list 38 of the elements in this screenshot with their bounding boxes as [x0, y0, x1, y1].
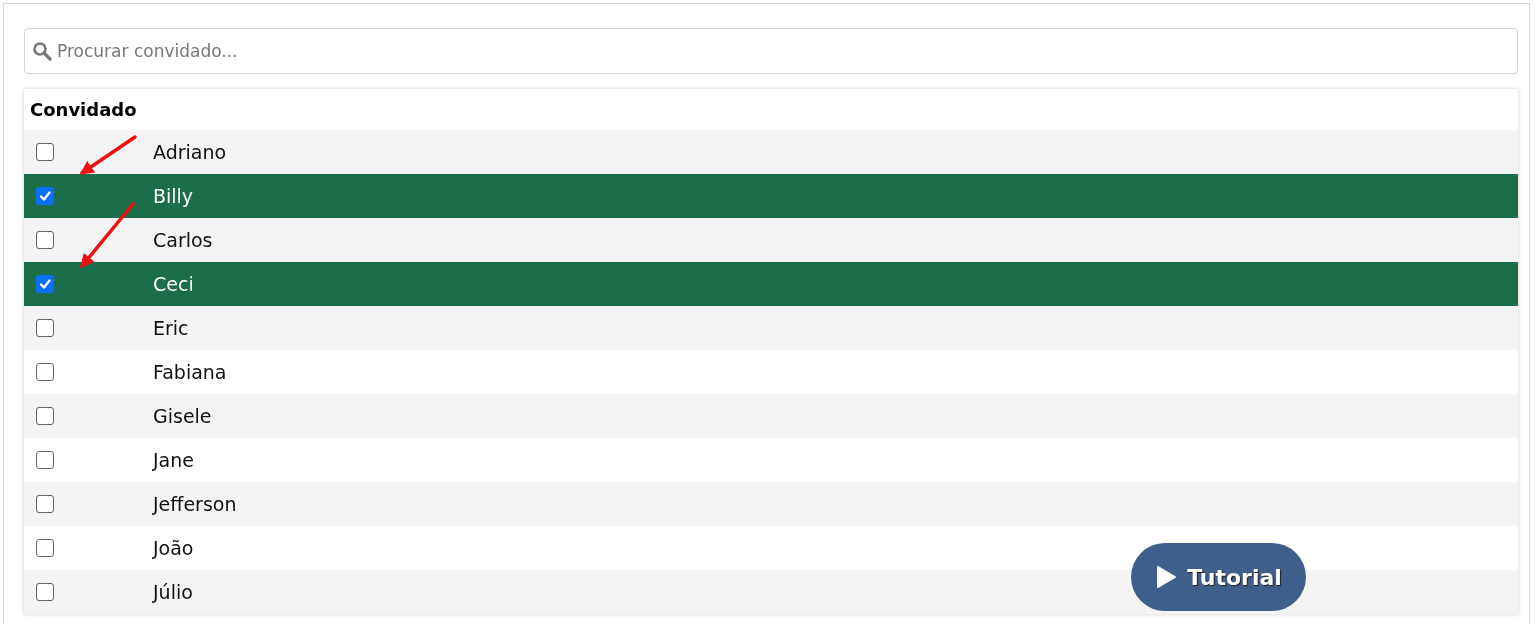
- arrow: [80, 202, 135, 269]
- play-icon: [1155, 565, 1178, 589]
- guest-name: Júlio: [153, 581, 193, 603]
- guest-name: Gisele: [153, 405, 212, 427]
- column-header: Convidado: [30, 99, 137, 120]
- guest-name: Ceci: [153, 273, 194, 295]
- guest-name: Fabiana: [153, 361, 227, 383]
- checkbox[interactable]: [36, 143, 54, 161]
- guest-name: Jane: [153, 449, 194, 471]
- guest-name: Carlos: [153, 229, 213, 251]
- table-row[interactable]: Jefferson: [24, 482, 1518, 526]
- table-row[interactable]: Billy: [24, 174, 1518, 218]
- table-row[interactable]: Ceci: [24, 262, 1518, 306]
- table-row[interactable]: Eric: [24, 306, 1518, 350]
- table-row[interactable]: Adriano: [24, 130, 1518, 174]
- checkbox[interactable]: [36, 583, 54, 601]
- checkbox[interactable]: [36, 363, 54, 381]
- checkbox[interactable]: [36, 231, 54, 249]
- checkbox[interactable]: [36, 187, 54, 205]
- checkbox[interactable]: [36, 319, 54, 337]
- checkbox[interactable]: [36, 495, 54, 513]
- table-row[interactable]: Carlos: [24, 218, 1518, 262]
- checkbox[interactable]: [36, 407, 54, 425]
- checkbox[interactable]: [36, 275, 54, 293]
- search-field[interactable]: Procurar convidado...: [24, 28, 1518, 74]
- guest-name: Adriano: [153, 141, 227, 163]
- arrow: [79, 135, 137, 175]
- checkbox[interactable]: [36, 539, 54, 557]
- guest-name: Billy: [153, 185, 194, 207]
- guest-name: Jefferson: [153, 493, 237, 515]
- table-row[interactable]: Gisele: [24, 394, 1518, 438]
- table-row[interactable]: Fabiana: [24, 350, 1518, 394]
- table-row[interactable]: João: [24, 526, 1518, 570]
- guest-name: Eric: [153, 317, 189, 339]
- table-row[interactable]: Jane: [24, 438, 1518, 482]
- guest-name: João: [153, 537, 194, 559]
- checkbox[interactable]: [36, 451, 54, 469]
- tutorial-button[interactable]: Tutorial: [1131, 543, 1306, 611]
